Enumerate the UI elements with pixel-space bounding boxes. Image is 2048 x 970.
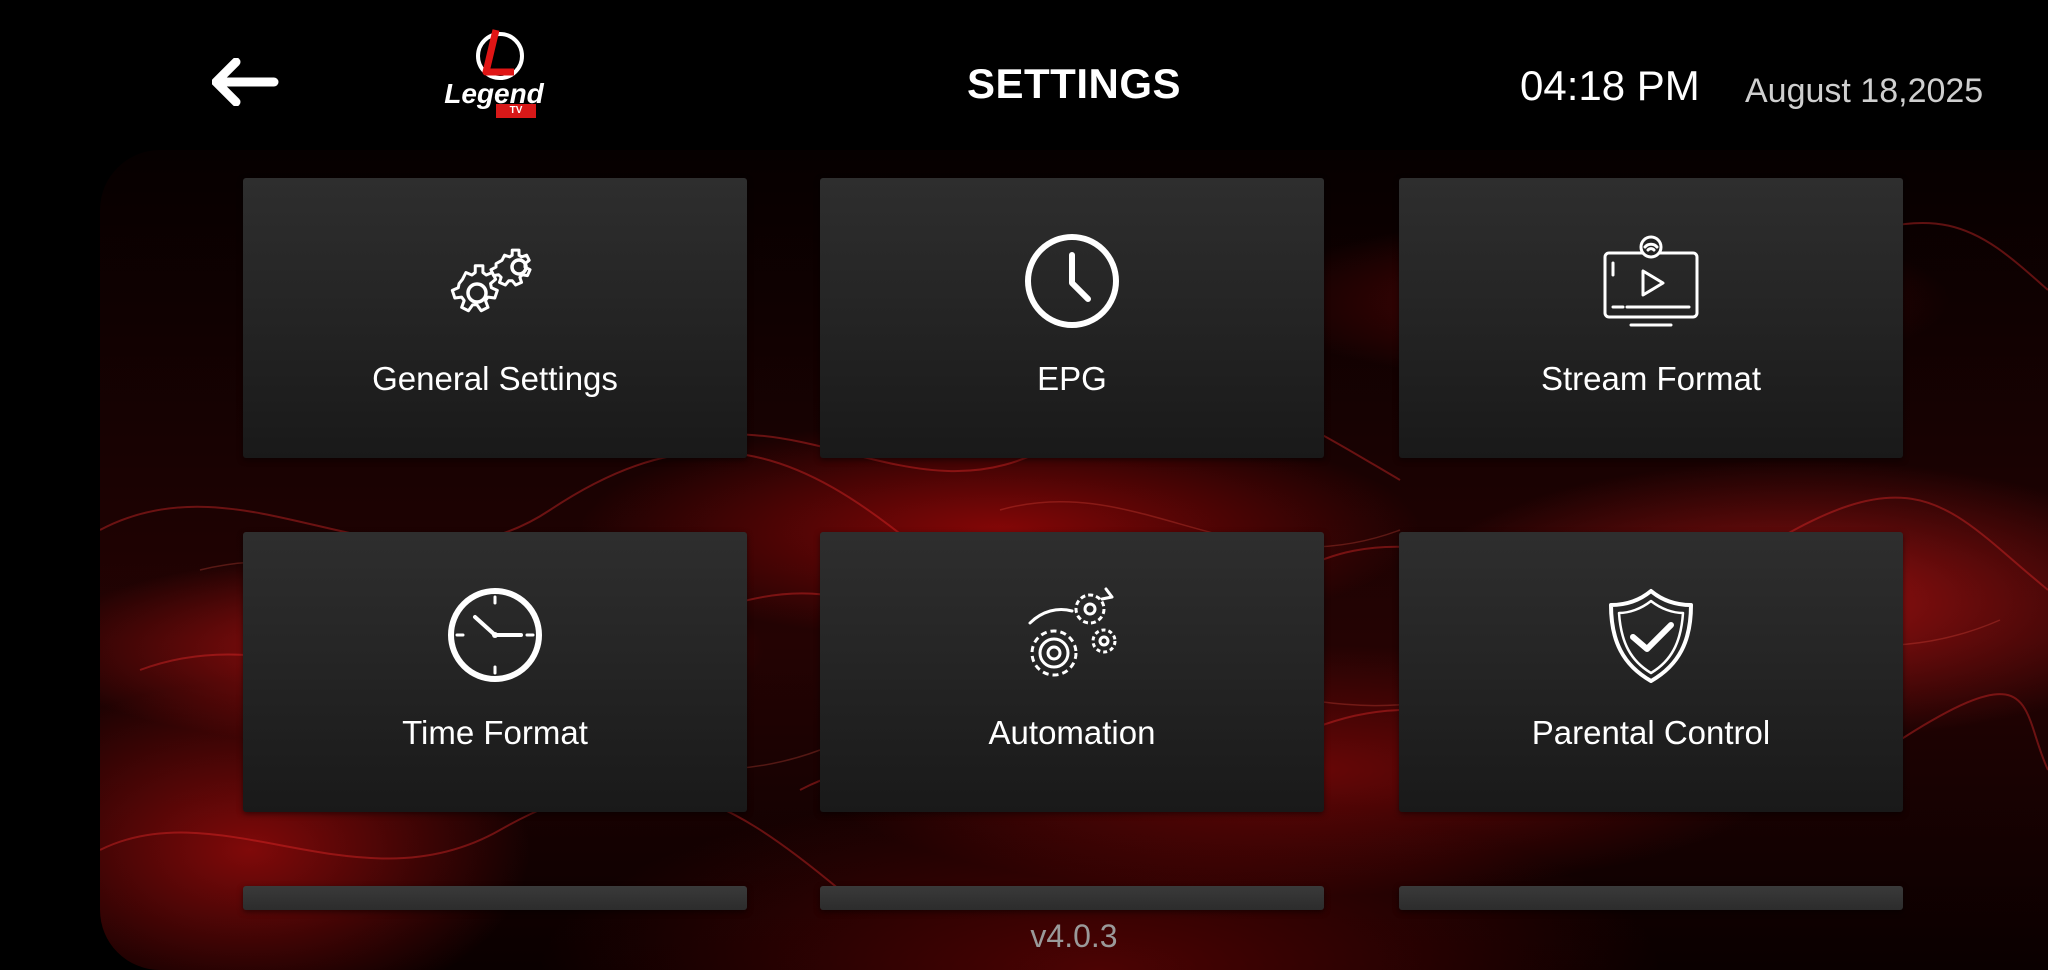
tile-label: Parental Control — [1531, 714, 1771, 751]
page-title: SETTINGS — [966, 60, 1182, 107]
time-format-clock-icon — [448, 588, 542, 682]
clock-date: August 18,2025 — [1745, 72, 1984, 110]
clock-time: 04:18 PM — [1520, 62, 1700, 109]
arrow-left-icon — [211, 57, 279, 107]
tile-label: General Settings — [372, 360, 618, 397]
shield-check-icon — [1609, 589, 1693, 683]
tile-label: Automation — [988, 714, 1156, 751]
tile-stream-format[interactable]: Stream Format — [1399, 178, 1903, 458]
tile-label: Stream Format — [1540, 360, 1762, 397]
back-button[interactable] — [211, 57, 280, 107]
tile-label: Time Format — [402, 714, 588, 751]
tile-time-format[interactable]: Time Format — [243, 532, 747, 812]
logo-badge-text: TV — [509, 105, 523, 116]
clock-icon — [1025, 234, 1119, 328]
tile-parental-control[interactable]: Parental Control — [1399, 532, 1903, 812]
automation-gears-icon — [1028, 587, 1117, 677]
tile-partial-3[interactable] — [1399, 886, 1903, 910]
gears-icon — [450, 248, 532, 313]
tile-partial-2[interactable] — [820, 886, 1324, 910]
app-version: v4.0.3 — [1030, 918, 1118, 954]
tile-general-settings[interactable]: General Settings — [243, 178, 747, 458]
settings-screen: Legend TV SETTINGS 04:18 PM August 18,20… — [0, 0, 2048, 970]
tile-epg[interactable]: EPG — [820, 178, 1324, 458]
tile-partial-1[interactable] — [243, 886, 747, 910]
tile-automation[interactable]: Automation — [820, 532, 1324, 812]
legend-tv-logo: Legend TV — [438, 28, 550, 122]
tile-label: EPG — [1037, 360, 1107, 397]
stream-tv-icon — [1603, 235, 1699, 327]
